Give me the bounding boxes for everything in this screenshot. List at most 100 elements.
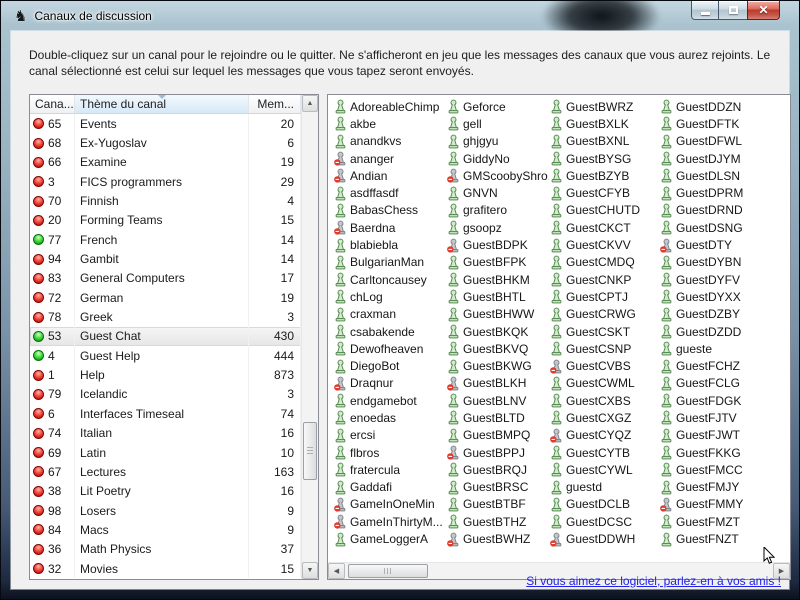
scroll-down-button[interactable]: ▼: [302, 562, 318, 579]
user-list-item[interactable]: GuestBKWG: [447, 357, 549, 374]
table-row[interactable]: 1Help873: [30, 365, 301, 384]
user-list-item[interactable]: ghjgyu: [447, 133, 549, 150]
table-row[interactable]: 53Guest Chat430: [30, 327, 301, 346]
user-list-item[interactable]: fratercula: [334, 461, 446, 478]
user-list-item[interactable]: akbe: [334, 115, 446, 132]
user-list-item[interactable]: GuestCMDQ: [550, 254, 659, 271]
user-list-item[interactable]: endgamebot: [334, 392, 446, 409]
table-row[interactable]: 4Guest Help444: [30, 346, 301, 365]
user-list-item[interactable]: grafitero: [447, 202, 549, 219]
user-list-item[interactable]: GuestDFTK: [660, 115, 788, 132]
user-list-item[interactable]: GuestDYFV: [660, 271, 788, 288]
user-list-item[interactable]: GuestCPTJ: [550, 288, 659, 305]
user-list-item[interactable]: chLog: [334, 288, 446, 305]
user-list-item[interactable]: Dewofheaven: [334, 340, 446, 357]
user-list-item[interactable]: GuestDJYM: [660, 150, 788, 167]
user-list-item[interactable]: GuestCYQZ: [550, 427, 659, 444]
table-row[interactable]: 78Greek3: [30, 307, 301, 326]
user-list-item[interactable]: GuestDYBN: [660, 254, 788, 271]
user-list-item[interactable]: GuestFMZT: [660, 513, 788, 530]
table-row[interactable]: 98Losers9: [30, 501, 301, 520]
table-row[interactable]: 83General Computers17: [30, 269, 301, 288]
user-list-item[interactable]: GuestBXLK: [550, 115, 659, 132]
user-list-item[interactable]: GuestCRWG: [550, 306, 659, 323]
user-list-item[interactable]: GuestFCLG: [660, 375, 788, 392]
user-list-item[interactable]: ercsi: [334, 427, 446, 444]
user-list-item[interactable]: GuestBFPK: [447, 254, 549, 271]
table-row[interactable]: 32Movies15: [30, 559, 301, 578]
table-row[interactable]: 6Interfaces Timeseal74: [30, 404, 301, 423]
user-list-item[interactable]: blabiebla: [334, 236, 446, 253]
user-list-item[interactable]: GMScoobyShro...: [447, 167, 549, 184]
user-list-item[interactable]: GameInThirtyM...: [334, 513, 446, 530]
promo-link[interactable]: Si vous aimez ce logiciel, parlez-en à v…: [526, 574, 781, 588]
user-list-item[interactable]: GuestDPRM: [660, 184, 788, 201]
horizontal-scroll-thumb[interactable]: [348, 564, 428, 578]
user-list-item[interactable]: GuestFMMY: [660, 496, 788, 513]
user-list-item[interactable]: GuestDLSN: [660, 167, 788, 184]
user-list-item[interactable]: GuestDFWL: [660, 133, 788, 150]
header-channel-column[interactable]: Cana...: [30, 95, 75, 113]
user-list-item[interactable]: GuestDYXX: [660, 288, 788, 305]
user-list-item[interactable]: GameInOneMin: [334, 496, 446, 513]
user-list-item[interactable]: AdoreableChimp: [334, 98, 446, 115]
user-list-item[interactable]: GuestBRSC: [447, 479, 549, 496]
scroll-left-button[interactable]: ◀: [328, 563, 345, 579]
user-list-item[interactable]: GuestCFYB: [550, 184, 659, 201]
user-list-item[interactable]: Geforce: [447, 98, 549, 115]
user-list-item[interactable]: GuestBDPK: [447, 236, 549, 253]
user-list-item[interactable]: GuestBMPQ: [447, 427, 549, 444]
user-list-item[interactable]: BabasChess: [334, 202, 446, 219]
table-row[interactable]: 65Events20: [30, 114, 301, 133]
vertical-scroll-thumb[interactable]: [303, 422, 317, 480]
table-row[interactable]: 74Italian16: [30, 424, 301, 443]
table-row[interactable]: 20Forming Teams15: [30, 211, 301, 230]
user-list-item[interactable]: Baerdna: [334, 219, 446, 236]
user-list-item[interactable]: flbros: [334, 444, 446, 461]
user-list-item[interactable]: GuestBKVQ: [447, 340, 549, 357]
user-list-item[interactable]: GuestFJTV: [660, 409, 788, 426]
channel-vertical-scrollbar[interactable]: ▲ ▼: [301, 95, 318, 579]
user-list-item[interactable]: DiegoBot: [334, 357, 446, 374]
table-row[interactable]: 94Gambit14: [30, 249, 301, 268]
user-list-item[interactable]: GuestCVBS: [550, 357, 659, 374]
user-list-item[interactable]: GuestFJWT: [660, 427, 788, 444]
user-list-item[interactable]: anandkvs: [334, 133, 446, 150]
user-list-item[interactable]: GuestFMCC: [660, 461, 788, 478]
table-row[interactable]: 3FICS programmers29: [30, 172, 301, 191]
user-list-item[interactable]: GuestBWHZ: [447, 530, 549, 547]
table-row[interactable]: 84Macs9: [30, 520, 301, 539]
user-list-item[interactable]: GuestCYWL: [550, 461, 659, 478]
user-list-item[interactable]: ananger: [334, 150, 446, 167]
user-list-item[interactable]: GuestFCHZ: [660, 357, 788, 374]
header-theme-column[interactable]: Thème du canal: [75, 95, 249, 113]
header-members-column[interactable]: Mem...: [249, 95, 301, 113]
user-list-item[interactable]: Andian: [334, 167, 446, 184]
user-list-item[interactable]: GuestDCLB: [550, 496, 659, 513]
user-list-item[interactable]: GuestDTY: [660, 236, 788, 253]
user-list-item[interactable]: Gaddafi: [334, 479, 446, 496]
user-list-item[interactable]: BulgarianMan: [334, 254, 446, 271]
table-row[interactable]: 38Lit Poetry16: [30, 482, 301, 501]
user-list-item[interactable]: Draqnur: [334, 375, 446, 392]
user-list-item[interactable]: GuestBLTD: [447, 409, 549, 426]
title-bar[interactable]: ♞ Canaux de discussion: [1, 1, 799, 31]
user-list-item[interactable]: GuestCKVV: [550, 236, 659, 253]
user-list-item[interactable]: GuestDSNG: [660, 219, 788, 236]
user-list-item[interactable]: GuestDDWH: [550, 530, 659, 547]
user-list-item[interactable]: GameLoggerA: [334, 530, 446, 547]
user-list-item[interactable]: GuestDDZN: [660, 98, 788, 115]
user-list-item[interactable]: GuestBHWW: [447, 306, 549, 323]
user-list-item[interactable]: GuestCWML: [550, 375, 659, 392]
user-list-item[interactable]: GuestBZYB: [550, 167, 659, 184]
user-list-item[interactable]: GuestCKCT: [550, 219, 659, 236]
user-list-item[interactable]: GuestBLKH: [447, 375, 549, 392]
minimize-button[interactable]: [691, 1, 719, 20]
user-list-item[interactable]: GuestBRQJ: [447, 461, 549, 478]
user-list-item[interactable]: GuestBHKM: [447, 271, 549, 288]
table-row[interactable]: 70Finnish4: [30, 191, 301, 210]
user-list-item[interactable]: GNVN: [447, 184, 549, 201]
user-list-item[interactable]: GuestDZBY: [660, 306, 788, 323]
user-list-item[interactable]: GuestFKKG: [660, 444, 788, 461]
user-list-item[interactable]: GuestCXBS: [550, 392, 659, 409]
